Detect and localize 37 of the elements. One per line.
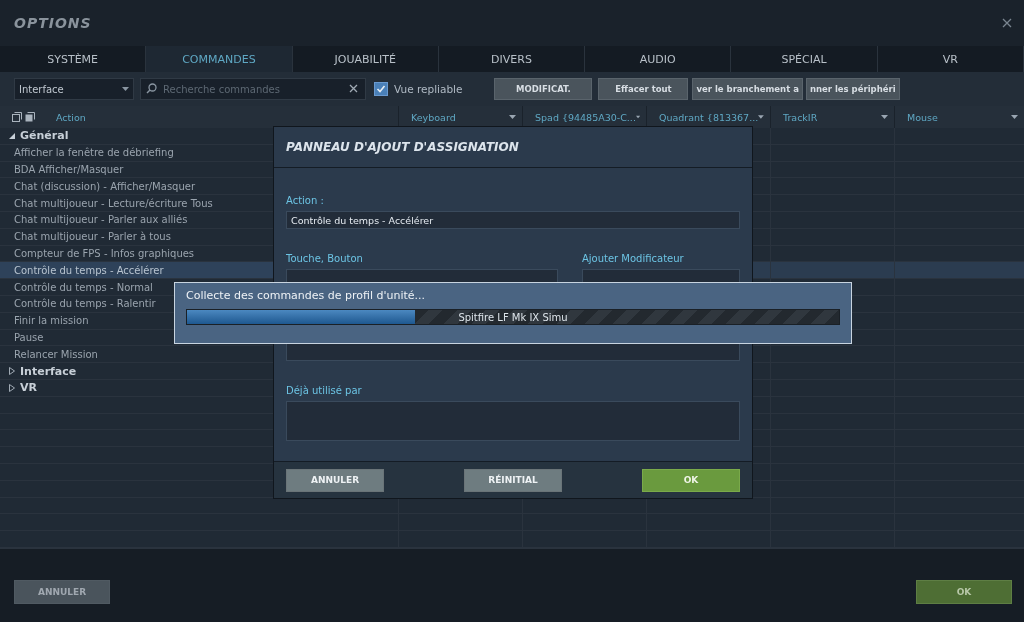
checkbox-label: Vue repliable xyxy=(394,83,463,95)
caret-icon xyxy=(509,115,516,119)
window-title: OPTIONS xyxy=(14,15,92,31)
field-label: Touche, Bouton xyxy=(286,253,364,264)
dialog-button[interactable]: RÉINITIAL xyxy=(464,468,562,492)
footer-button[interactable]: ANNULER xyxy=(14,579,110,604)
caret-icon xyxy=(635,115,640,119)
footer-button[interactable]: OK xyxy=(916,579,1012,604)
field-label: Ajouter Modificateur xyxy=(581,253,685,264)
dialog-title: PANNEAU D'AJOUT D'ASSIGNATION xyxy=(274,127,752,168)
dialog-button[interactable]: ANNULER xyxy=(286,468,384,492)
expanded-triangle-icon xyxy=(8,131,16,140)
category-dropdown[interactable]: Interface xyxy=(14,78,134,100)
toolbar-button[interactable]: Effacer tout xyxy=(598,78,689,100)
caret-icon xyxy=(881,115,888,119)
toolbar-button[interactable]: ver le branchement a xyxy=(692,78,803,100)
toolbar-button[interactable]: MODIFICAT. xyxy=(494,78,593,100)
caret-icon xyxy=(1011,115,1018,119)
field-label: Action : xyxy=(286,195,325,206)
search-field[interactable]: Recherche commandes xyxy=(140,78,366,100)
field-label: Déjà utilisé par xyxy=(286,385,363,396)
clear-icon[interactable] xyxy=(349,84,358,93)
tab[interactable]: COMMANDES xyxy=(146,46,293,72)
checkbox[interactable] xyxy=(374,82,388,96)
expand-all-icon[interactable] xyxy=(12,112,22,122)
close-icon[interactable] xyxy=(1002,18,1012,28)
column-header[interactable]: Action xyxy=(56,111,86,123)
toolbar-button[interactable]: nner les périphéri xyxy=(805,78,900,100)
action-field[interactable]: Contrôle du temps - Accélérer xyxy=(286,211,740,229)
progress-message: Collecte des commandes de profil d'unité... xyxy=(186,289,427,302)
dialog-button[interactable]: OK xyxy=(642,468,740,492)
caret-icon xyxy=(122,87,129,91)
caret-icon xyxy=(758,115,764,119)
collapse-all-icon[interactable] xyxy=(25,112,35,122)
search-icon xyxy=(146,83,157,94)
tree-group[interactable]: Interface xyxy=(0,363,398,379)
progress-item: Spitfire LF Mk IX Simu xyxy=(457,310,569,324)
